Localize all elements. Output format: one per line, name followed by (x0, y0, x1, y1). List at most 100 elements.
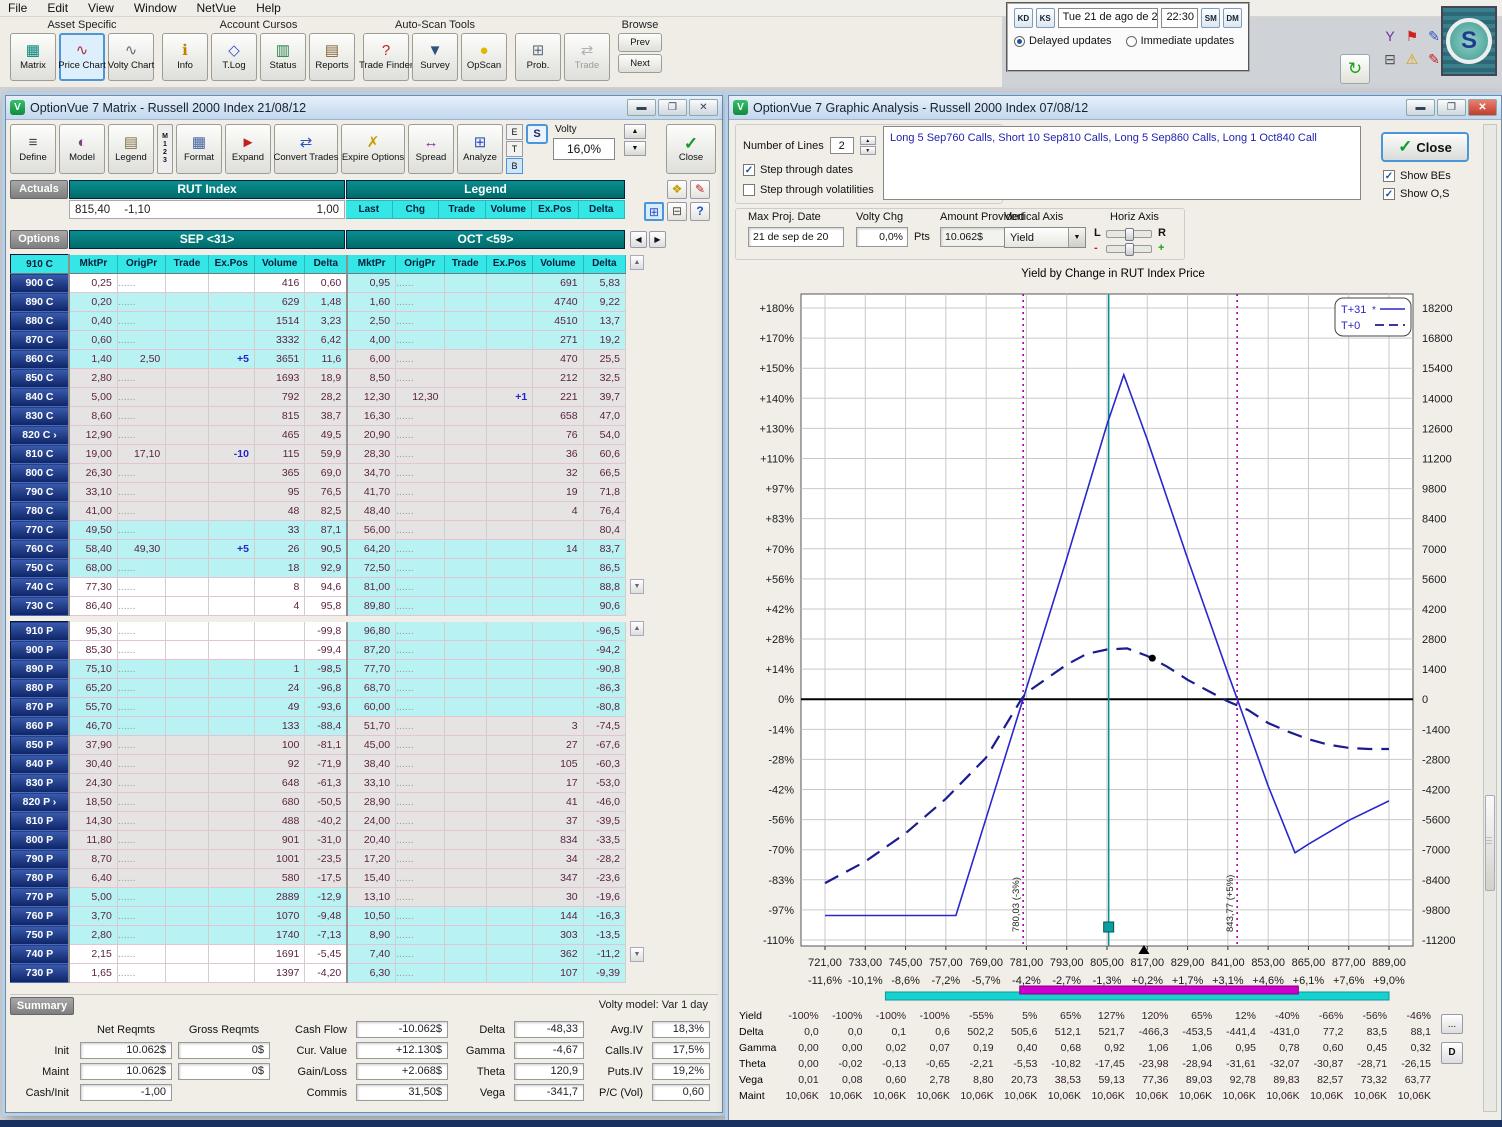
trade-cell[interactable] (165, 925, 209, 945)
status-button[interactable]: ▥ Status (260, 33, 306, 81)
trade-cell[interactable] (444, 792, 487, 812)
expos-cell[interactable] (486, 539, 534, 559)
expire-options-button[interactable]: ✗ Expire Options (341, 124, 405, 174)
volume-cell[interactable]: 580 (254, 868, 306, 888)
origpr-cell[interactable]: ...... (117, 735, 167, 755)
volume-cell[interactable]: 19 (532, 482, 584, 502)
mktpr-cell[interactable]: 28,90 (346, 792, 397, 812)
expos-cell[interactable] (486, 349, 534, 369)
volume-cell[interactable]: 362 (532, 944, 584, 964)
expand-button[interactable]: ► Expand (225, 124, 271, 174)
restore-button[interactable]: ❐ (1437, 99, 1466, 116)
mktpr-cell[interactable]: 19,00 (67, 444, 118, 464)
delta-cell[interactable]: -71,9 (304, 754, 348, 774)
delta-cell[interactable]: -50,5 (304, 792, 348, 812)
volume-cell[interactable]: 92 (254, 754, 306, 774)
trade-cell[interactable] (165, 678, 209, 698)
delta-cell[interactable]: -11,2 (583, 944, 627, 964)
summary-field-delta[interactable]: -48,33 (514, 1021, 584, 1038)
delta-cell[interactable]: -60,3 (583, 754, 627, 774)
watchdog-icon[interactable]: ❖ (667, 180, 687, 199)
prev-button[interactable]: Prev (618, 33, 662, 52)
strike-button-790-c[interactable]: 790 C (9, 482, 70, 502)
trade-cell[interactable] (444, 811, 487, 831)
volume-cell[interactable]: 4 (532, 501, 584, 521)
mktpr-cell[interactable]: 5,00 (67, 387, 118, 407)
lines-up-icon[interactable]: ▲ (859, 136, 876, 145)
expos-cell[interactable] (208, 925, 255, 945)
trade-cell[interactable] (165, 292, 209, 312)
origpr-cell[interactable]: ...... (117, 963, 167, 983)
expos-cell[interactable]: +5 (208, 539, 255, 559)
e-mode-button[interactable]: E (506, 124, 523, 140)
origpr-cell[interactable]: ...... (117, 273, 167, 293)
delta-cell[interactable]: -28,2 (583, 849, 627, 869)
print-icon[interactable]: ⊟ (667, 202, 687, 221)
summary-field-vega[interactable]: -341,7 (514, 1084, 584, 1101)
delta-cell[interactable]: 3,23 (304, 311, 348, 331)
mktpr-cell[interactable]: 10,50 (346, 906, 397, 926)
delta-cell[interactable]: 95,8 (304, 596, 348, 616)
mktpr-cell[interactable]: 33,10 (67, 482, 118, 502)
delta-cell[interactable]: 13,7 (583, 311, 627, 331)
chart-view-icon[interactable]: ⊞ (644, 202, 664, 221)
volume-cell[interactable]: 3 (532, 716, 584, 736)
delta-cell[interactable]: 11,6 (304, 349, 348, 369)
mktpr-cell[interactable]: 6,00 (346, 349, 397, 369)
origpr-cell[interactable]: ...... (395, 906, 445, 926)
delta-cell[interactable]: 38,7 (304, 406, 348, 426)
delta-cell[interactable]: -23,5 (304, 849, 348, 869)
origpr-cell[interactable]: 49,30 (117, 539, 167, 559)
expos-cell[interactable] (208, 716, 255, 736)
trade-cell[interactable] (444, 292, 487, 312)
expos-cell[interactable] (486, 621, 534, 641)
origpr-cell[interactable]: ...... (395, 868, 445, 888)
expos-cell[interactable] (208, 292, 255, 312)
volume-cell[interactable]: 347 (532, 868, 584, 888)
summary-field-calls-iv[interactable]: 17,5% (652, 1042, 710, 1059)
origpr-cell[interactable]: ...... (395, 678, 445, 698)
trade-cell[interactable] (444, 520, 487, 540)
origpr-cell[interactable]: ...... (395, 735, 445, 755)
menu-edit[interactable]: Edit (47, 1, 68, 15)
delta-cell[interactable]: -86,3 (583, 678, 627, 698)
origpr-cell[interactable]: 2,50 (117, 349, 167, 369)
trade-cell[interactable] (165, 621, 209, 641)
strike-button-730-p[interactable]: 730 P (9, 963, 70, 983)
volume-cell[interactable]: 834 (532, 830, 584, 850)
position-description-field[interactable]: Long 5 Sep760 Calls, Short 10 Sep810 Cal… (883, 126, 1361, 200)
delta-cell[interactable]: 92,9 (304, 558, 348, 578)
trade-cell[interactable] (165, 697, 209, 717)
delta-cell[interactable]: 90,6 (583, 596, 627, 616)
volume-cell[interactable]: 36 (532, 444, 584, 464)
mktpr-cell[interactable]: 13,10 (346, 887, 397, 907)
lines-down-icon[interactable]: ▼ (859, 146, 876, 155)
mktpr-cell[interactable]: 26,30 (67, 463, 118, 483)
volume-cell[interactable]: 1070 (254, 906, 306, 926)
delta-cell[interactable]: 25,5 (583, 349, 627, 369)
volume-cell[interactable] (532, 596, 584, 616)
mktpr-cell[interactable]: 75,10 (67, 659, 118, 679)
origpr-cell[interactable]: ...... (395, 368, 445, 388)
mktpr-cell[interactable]: 0,20 (67, 292, 118, 312)
volume-cell[interactable]: 144 (532, 906, 584, 926)
expos-cell[interactable] (486, 811, 534, 831)
origpr-cell[interactable]: ...... (117, 830, 167, 850)
strike-button-790-p[interactable]: 790 P (9, 849, 70, 869)
trade-cell[interactable] (444, 925, 487, 945)
immediate-updates-radio[interactable]: Immediate updates (1125, 35, 1234, 47)
delta-cell[interactable]: 5,83 (583, 273, 627, 293)
volume-cell[interactable]: 1001 (254, 849, 306, 869)
delta-cell[interactable]: -9,39 (583, 963, 627, 983)
step-through-dates-checkbox[interactable]: ✓ Step through dates (743, 164, 853, 176)
trade-cell[interactable] (165, 539, 209, 559)
delta-cell[interactable]: -7,13 (304, 925, 348, 945)
mktpr-cell[interactable]: 20,90 (346, 425, 397, 445)
model-123-button[interactable]: M123 (157, 124, 173, 174)
survey-button[interactable]: ▼ Survey (412, 33, 458, 81)
delta-cell[interactable]: 9,22 (583, 292, 627, 312)
delta-cell[interactable]: 87,1 (304, 520, 348, 540)
trade-cell[interactable] (165, 640, 209, 660)
trade-cell[interactable] (165, 558, 209, 578)
mktpr-cell[interactable]: 2,15 (67, 944, 118, 964)
